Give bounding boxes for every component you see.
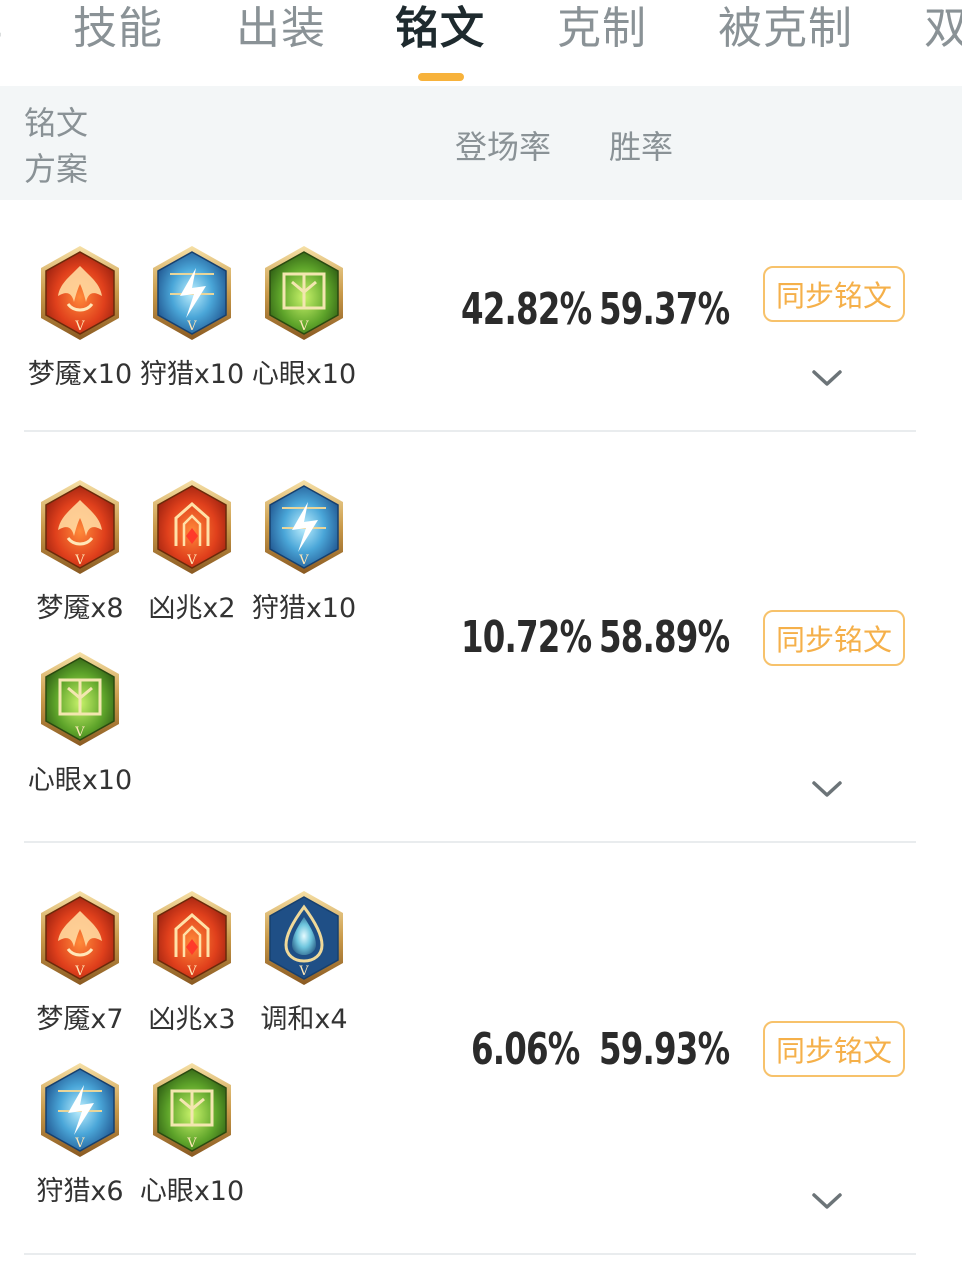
chevron-down-icon[interactable]: [811, 1191, 843, 1211]
table-header: 铭文 方案 登场率 胜率: [0, 86, 962, 200]
green-xinyan-icon: V: [153, 1063, 231, 1157]
rune-item: V 梦魇x10: [24, 244, 136, 394]
header-usage-label: 登场率: [455, 128, 552, 166]
sync-runes-button[interactable]: 同步铭文: [763, 610, 905, 666]
red-mengyan-icon: V: [41, 891, 119, 985]
tab-counters[interactable]: 克制: [557, 2, 647, 56]
rune-label: 梦魇x8: [36, 593, 124, 624]
svg-text:V: V: [298, 553, 309, 568]
rune-label: 狩猎x10: [139, 359, 245, 390]
rune-label: 心眼x10: [251, 359, 357, 390]
rune-item: V 梦魇x7: [24, 889, 136, 1039]
rune-label: 狩猎x10: [251, 593, 357, 624]
blue-tiaohe-icon: V: [265, 891, 343, 985]
green-xinyan-icon: V: [265, 246, 343, 340]
svg-text:V: V: [298, 319, 309, 334]
active-tab-indicator: [418, 73, 464, 81]
red-xiongzhao-icon: V: [153, 480, 231, 574]
svg-text:V: V: [74, 964, 85, 979]
tab-skills[interactable]: 技能: [73, 2, 163, 56]
rune-item: V 梦魇x8: [24, 478, 136, 628]
rune-label: 梦魇x7: [36, 1004, 124, 1035]
green-xinyan-icon: V: [41, 652, 119, 746]
rune-item: V 狩猎x6: [24, 1061, 136, 1211]
sync-runes-button[interactable]: 同步铭文: [763, 266, 905, 322]
rune-item: V 心眼x10: [24, 650, 136, 800]
rune-label: 凶兆x3: [148, 1004, 236, 1035]
rune-item: V 心眼x10: [136, 1061, 248, 1211]
rune-label: 心眼x10: [27, 765, 133, 796]
svg-text:V: V: [74, 319, 85, 334]
usage-rate: 10.72%: [461, 612, 592, 663]
row-divider: [24, 1253, 916, 1255]
win-rate: 59.93%: [599, 1024, 730, 1075]
usage-rate: 42.82%: [461, 284, 592, 335]
tab-duo[interactable]: 双: [924, 2, 962, 56]
rune-plan-row: V 梦魇x10 V 狩猎x10 V 心眼x10 42.82% 59.37% 同步…: [0, 200, 962, 432]
rune-label: 凶兆x2: [148, 593, 236, 624]
svg-text:V: V: [186, 964, 197, 979]
header-win-label: 胜率: [609, 128, 674, 166]
tab-runes[interactable]: 铭文: [395, 2, 485, 56]
rune-plan-row: V 梦魇x7 V 凶兆x3 V 调和x4 V 狩猎x6 V 心眼x10 6.06…: [0, 843, 962, 1257]
rune-label: 心眼x10: [139, 1176, 245, 1207]
rune-item: V 凶兆x3: [136, 889, 248, 1039]
svg-text:V: V: [186, 319, 197, 334]
sync-runes-button[interactable]: 同步铭文: [763, 1021, 905, 1077]
tab-bar: · 技能 出装 铭文 克制 被克制 双: [0, 0, 962, 86]
rune-plan-row: V 梦魇x8 V 凶兆x2 V 狩猎x10 V 心眼x10 10.72% 58.…: [0, 432, 962, 843]
rune-item: V 调和x4: [248, 889, 360, 1039]
svg-text:V: V: [186, 553, 197, 568]
blue-shoulie-icon: V: [265, 480, 343, 574]
rune-item: V 狩猎x10: [136, 244, 248, 394]
rune-label: 梦魇x10: [27, 359, 133, 390]
win-rate: 58.89%: [599, 612, 730, 663]
rune-label: 调和x4: [260, 1004, 348, 1035]
blue-shoulie-icon: V: [153, 246, 231, 340]
win-rate: 59.37%: [599, 284, 730, 335]
svg-text:V: V: [186, 1136, 197, 1151]
rune-item: V 心眼x10: [248, 244, 360, 394]
rune-label: 狩猎x6: [36, 1176, 124, 1207]
tab-items[interactable]: 出装: [236, 2, 326, 56]
svg-text:V: V: [298, 964, 309, 979]
tab-edge-fragment: ·: [0, 18, 4, 53]
svg-text:V: V: [74, 553, 85, 568]
blue-shoulie-icon: V: [41, 1063, 119, 1157]
red-mengyan-icon: V: [41, 480, 119, 574]
tab-countered-by[interactable]: 被克制: [718, 2, 853, 56]
red-mengyan-icon: V: [41, 246, 119, 340]
svg-text:V: V: [74, 725, 85, 740]
chevron-down-icon[interactable]: [811, 779, 843, 799]
svg-text:V: V: [74, 1136, 85, 1151]
red-xiongzhao-icon: V: [153, 891, 231, 985]
header-plan-label: 铭文 方案: [24, 104, 89, 188]
rune-item: V 狩猎x10: [248, 478, 360, 628]
usage-rate: 6.06%: [471, 1024, 580, 1075]
chevron-down-icon[interactable]: [811, 368, 843, 388]
rune-item: V 凶兆x2: [136, 478, 248, 628]
